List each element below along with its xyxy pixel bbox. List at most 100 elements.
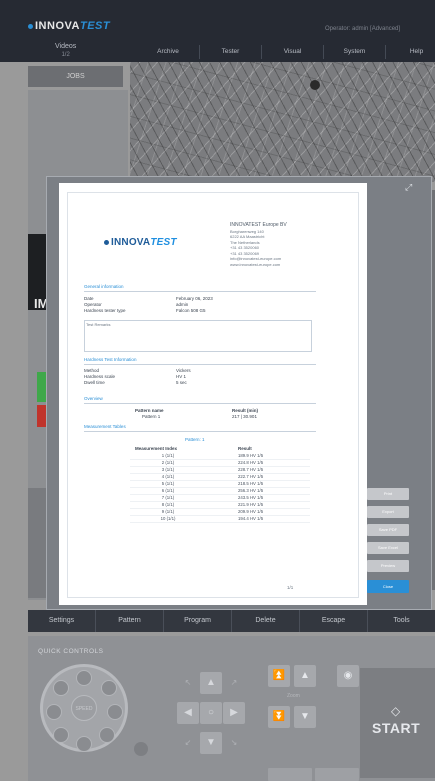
- focus-button[interactable]: [315, 768, 359, 781]
- innovatest-logo: INNOVATEST: [28, 20, 110, 32]
- table-row: 2 (1/1) 224.8 HV 1/5: [130, 460, 310, 467]
- wheel-hole: [99, 727, 115, 743]
- logo-dot-icon: [28, 23, 33, 29]
- turret-button[interactable]: [268, 768, 312, 781]
- table-row: 7 (1/1) 243.5 HV 1/5: [130, 495, 310, 502]
- table-cell: 2 (1/1): [161, 460, 175, 465]
- table-row: 1 (1/1) 189.9 HV 1/5: [130, 453, 310, 460]
- z-down-button[interactable]: ▼: [294, 706, 316, 728]
- wheel-hole: [53, 727, 69, 743]
- table-row: 6 (1/1) 256.3 HV 1/5: [130, 488, 310, 495]
- arrow-down-left-icon[interactable]: ↙: [177, 732, 199, 754]
- overview-result-value: 217 | 30.901: [232, 414, 257, 419]
- divider: [84, 403, 316, 404]
- table-cell: 256.3 HV 1/5: [238, 488, 264, 493]
- arrow-right-button[interactable]: ▶: [223, 702, 245, 724]
- pattern-button[interactable]: Pattern: [95, 610, 163, 632]
- report-logo: INNOVATEST: [104, 237, 177, 248]
- overview-col-pattern: Pattern name: [135, 408, 164, 413]
- table-col-index: Measurement Index: [135, 446, 178, 451]
- table-col-result: Result: [238, 446, 252, 451]
- z-fast-up-button[interactable]: ⏫: [268, 665, 290, 687]
- preview-button[interactable]: Preview: [367, 560, 409, 572]
- row-value: HV 1: [176, 374, 187, 379]
- arrow-down-button[interactable]: ▼: [200, 732, 222, 754]
- save-excel-button[interactable]: Save Excel: [367, 542, 409, 554]
- arrow-up-button[interactable]: ▲: [200, 672, 222, 694]
- table-cell: 221.9 HV 1/5: [238, 502, 264, 507]
- menu-tester[interactable]: Tester: [199, 45, 261, 59]
- arrow-left-button[interactable]: ◀: [177, 702, 199, 724]
- menu-visual[interactable]: Visual: [261, 45, 323, 59]
- arrow-up-right-icon[interactable]: ↗: [223, 672, 245, 694]
- bottom-toolbar: Settings Pattern Program Delete Escape T…: [28, 610, 435, 632]
- arrow-down-right-icon[interactable]: ↘: [223, 732, 245, 754]
- arrow-up-left-icon[interactable]: ↖: [177, 672, 199, 694]
- menu-system[interactable]: System: [323, 45, 385, 59]
- company-line: www.innovatest-europe.com: [230, 261, 281, 267]
- menu-help[interactable]: Help: [385, 45, 435, 59]
- close-button[interactable]: Close: [367, 580, 409, 593]
- delete-button[interactable]: Delete: [231, 610, 299, 632]
- z-up-button[interactable]: ▲: [294, 665, 316, 687]
- table-row: 8 (1/1) 221.9 HV 1/5: [130, 502, 310, 509]
- table-cell: 7 (1/1): [161, 495, 175, 500]
- escape-button[interactable]: Escape: [299, 610, 367, 632]
- operator-status: Operator: admin [Advanced]: [325, 26, 401, 32]
- overview-col-result: Result (min): [232, 408, 259, 413]
- menu-archive[interactable]: Archive: [137, 45, 199, 59]
- measurement-heading: Measurement Tables: [84, 424, 126, 429]
- report-logo-text: INNOVA: [111, 237, 151, 248]
- quick-controls-title: QUICK CONTROLS: [38, 648, 104, 655]
- page-number: 1/1: [287, 585, 294, 590]
- report-logo-dot-icon: [104, 239, 109, 245]
- side-panel: [28, 488, 48, 598]
- wheel-knob[interactable]: [134, 742, 148, 756]
- company-address: INNOVATEST Europe BV Borgharenweg 140 62…: [230, 222, 330, 267]
- table-cell: 10 (1/1): [160, 516, 176, 521]
- table-cell: 228.7 HV 1/5: [238, 467, 264, 472]
- row-label: Method: [84, 368, 100, 373]
- wheel-hole: [53, 680, 69, 696]
- row-value: Vickers: [176, 368, 191, 373]
- start-label: START: [372, 720, 421, 736]
- logo-text: INNOVA: [35, 20, 80, 32]
- table-cell: 194.4 HV 1/5: [238, 516, 264, 521]
- camera-icon[interactable]: ◉: [337, 665, 359, 687]
- zoom-label: Zoom: [287, 693, 300, 699]
- test-info-heading: Hardness Test Information: [84, 357, 137, 362]
- row-label: Operator: [84, 302, 102, 307]
- table-cell: 224.8 HV 1/5: [238, 460, 264, 465]
- save-pdf-button[interactable]: Save PDF: [367, 524, 409, 536]
- tools-button[interactable]: Tools: [367, 610, 435, 632]
- wheel-hole: [107, 704, 123, 720]
- z-fast-down-button[interactable]: ⏬: [268, 706, 290, 728]
- jobs-tab[interactable]: JOBS: [28, 66, 123, 87]
- row-value: 5 sec: [176, 380, 187, 385]
- program-button[interactable]: Program: [163, 610, 231, 632]
- logo-accent-text: TEST: [79, 20, 111, 32]
- start-button[interactable]: ◇ START: [360, 668, 435, 778]
- table-cell: 189.9 HV 1/5: [238, 453, 264, 458]
- table-row: 4 (1/1) 222.7 HV 1/5: [130, 474, 310, 481]
- wheel-hole: [101, 680, 117, 696]
- wheel-center-button[interactable]: SPEED: [71, 695, 97, 721]
- export-button[interactable]: Export: [367, 506, 409, 518]
- table-row: 3 (1/1) 228.7 HV 1/5: [130, 467, 310, 474]
- home-button[interactable]: ○: [200, 702, 222, 724]
- overview-pattern-value: Pattern 1: [142, 414, 161, 419]
- videos-button[interactable]: Videos 1/2: [55, 42, 76, 60]
- expand-icon[interactable]: ⤢: [405, 182, 412, 193]
- settings-button[interactable]: Settings: [28, 610, 95, 632]
- top-bar: INNOVATEST Videos 1/2 Operator: admin [A…: [0, 0, 435, 62]
- print-button[interactable]: Print: [367, 488, 409, 500]
- wheel-hole: [76, 736, 92, 752]
- main-menu: Archive Tester Visual System Help: [137, 45, 435, 59]
- camera-view[interactable]: [130, 62, 435, 182]
- general-info-heading: General information: [84, 284, 124, 289]
- wheel-hole: [46, 704, 62, 720]
- row-label: Hardness scale: [84, 374, 116, 379]
- divider: [84, 291, 316, 292]
- table-cell: 243.5 HV 1/5: [238, 495, 264, 500]
- table-cell: 1 (1/1): [161, 453, 175, 458]
